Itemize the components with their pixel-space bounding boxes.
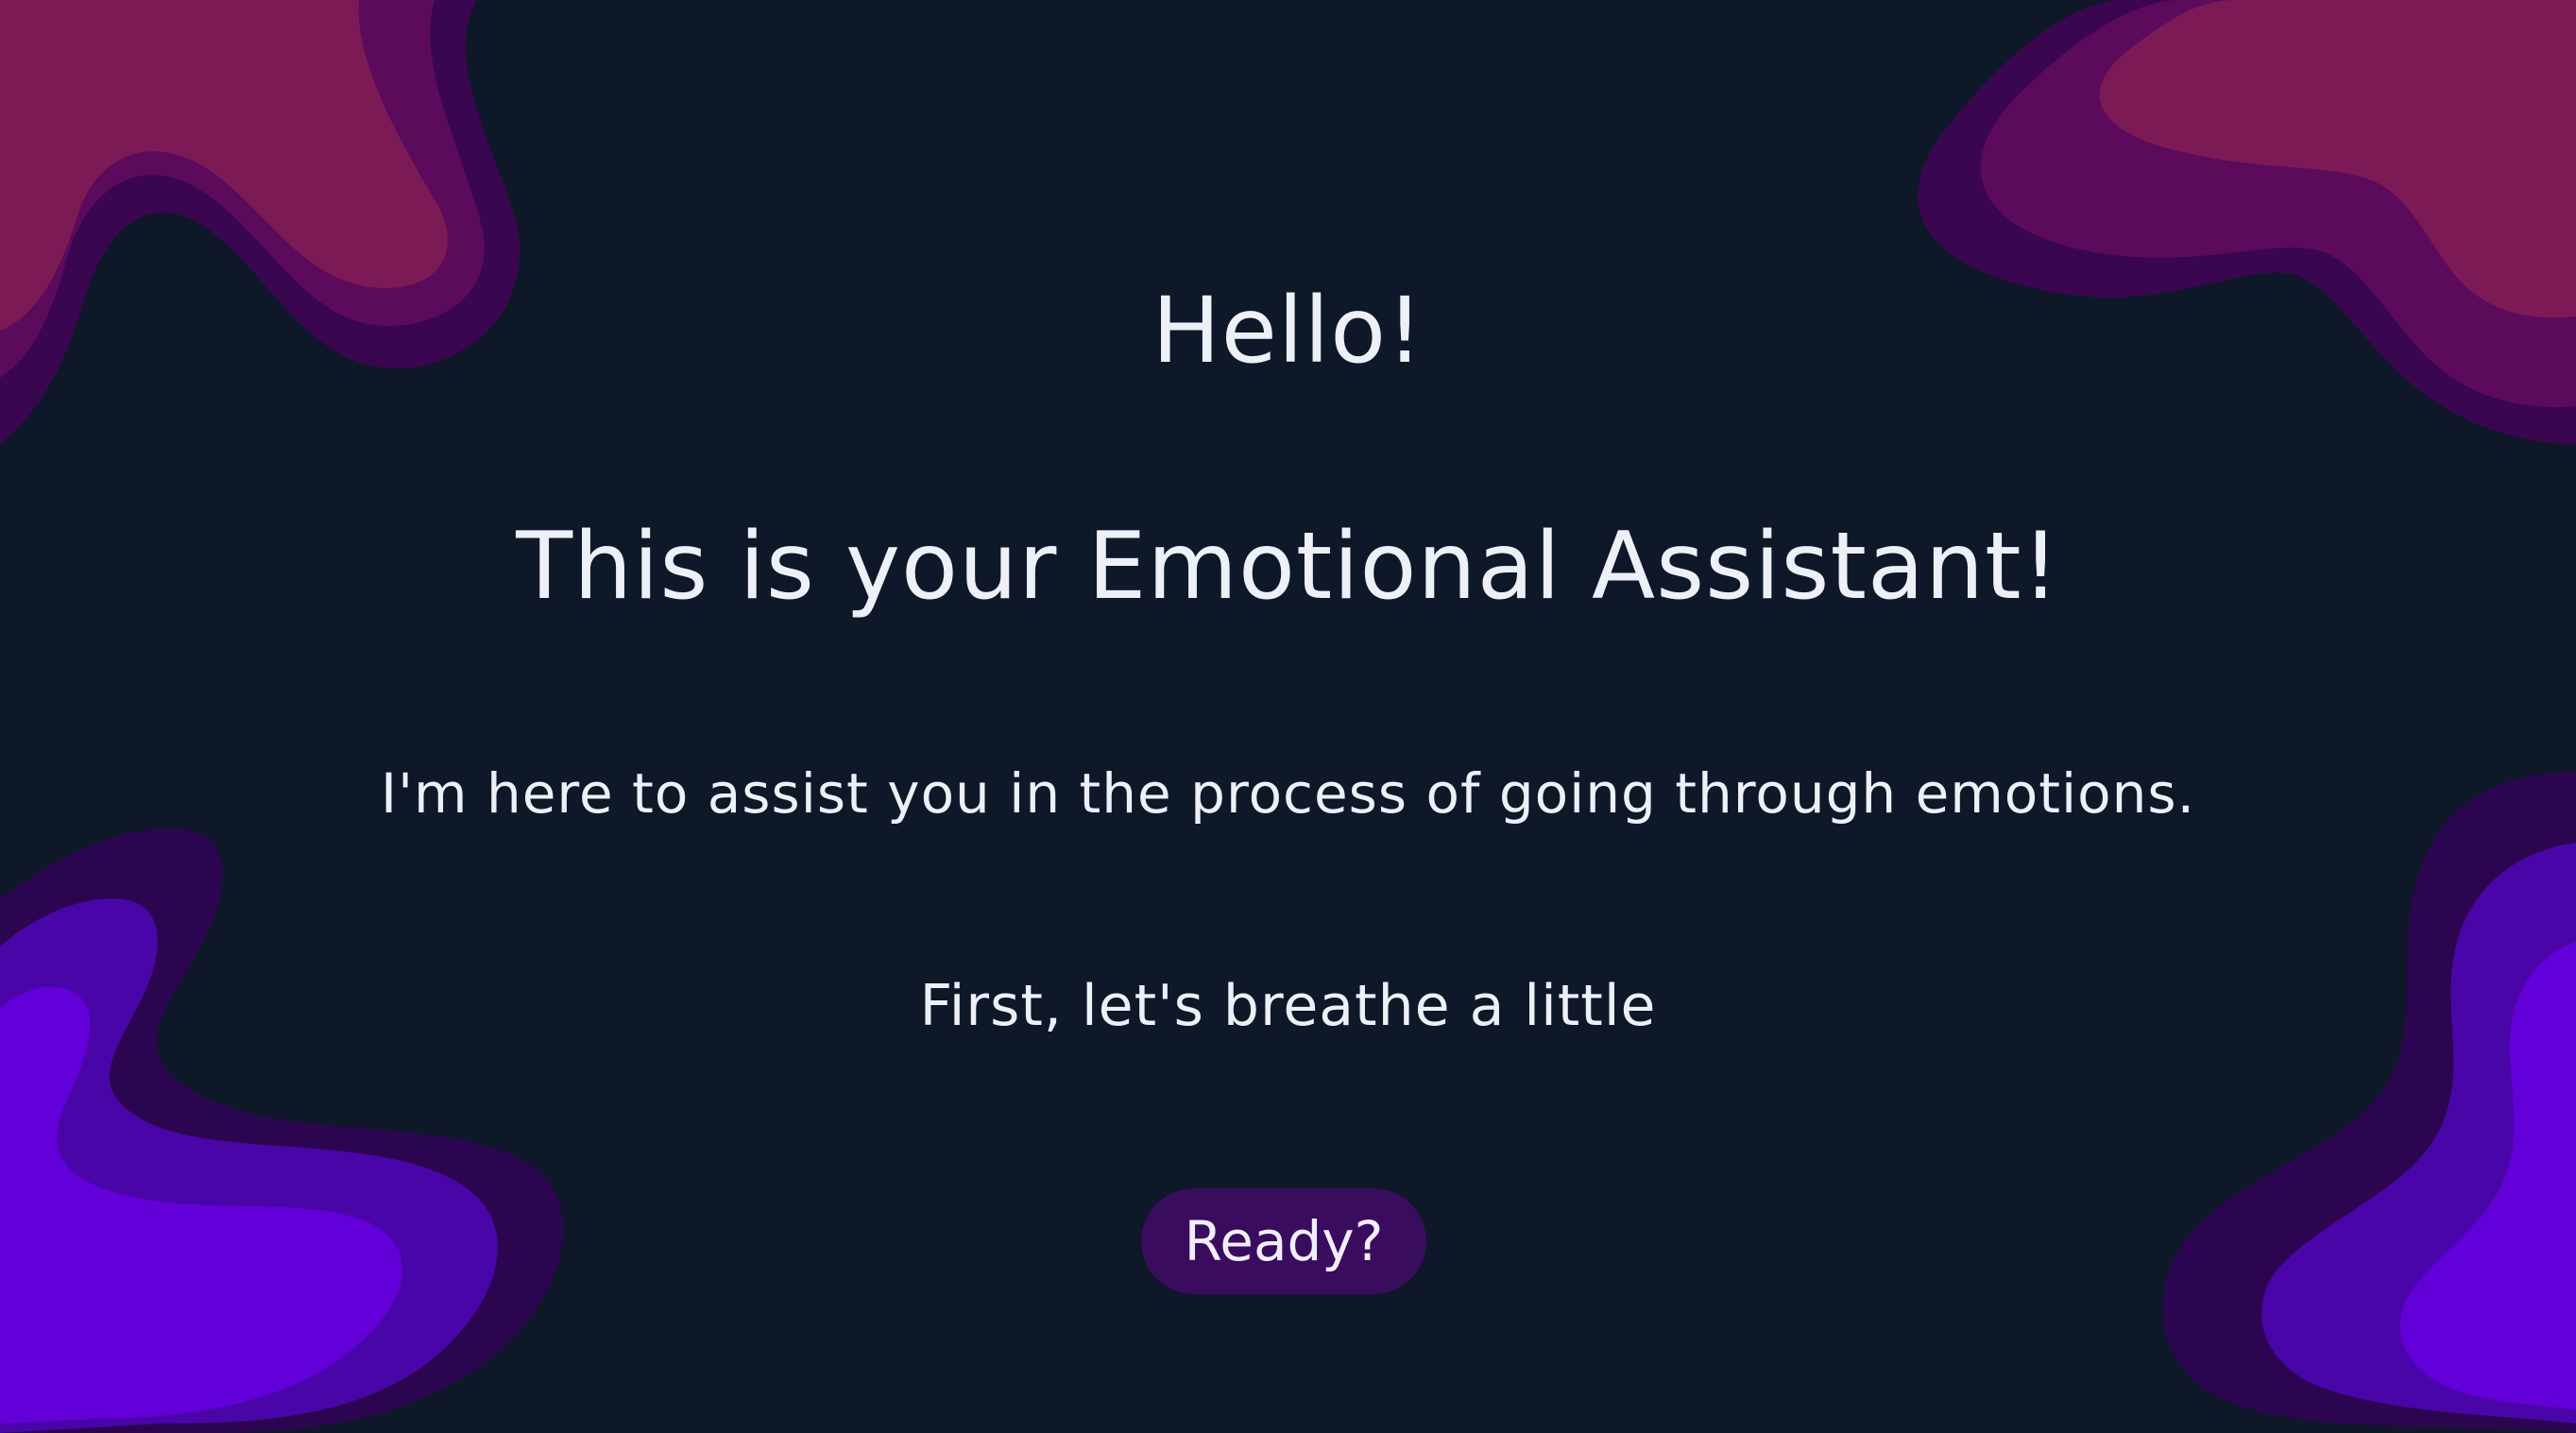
welcome-content: Hello! This is your Emotional Assistant!… bbox=[0, 0, 2576, 1433]
ready-button[interactable]: Ready? bbox=[1141, 1188, 1426, 1294]
intro-text: I'm here to assist you in the process of… bbox=[380, 761, 2196, 826]
hello-heading: Hello! bbox=[1152, 278, 1424, 384]
breathing-prompt: First, let's breathe a little bbox=[919, 973, 1657, 1039]
welcome-screen: Hello! This is your Emotional Assistant!… bbox=[0, 0, 2576, 1433]
page-title: This is your Emotional Assistant! bbox=[516, 513, 2060, 621]
